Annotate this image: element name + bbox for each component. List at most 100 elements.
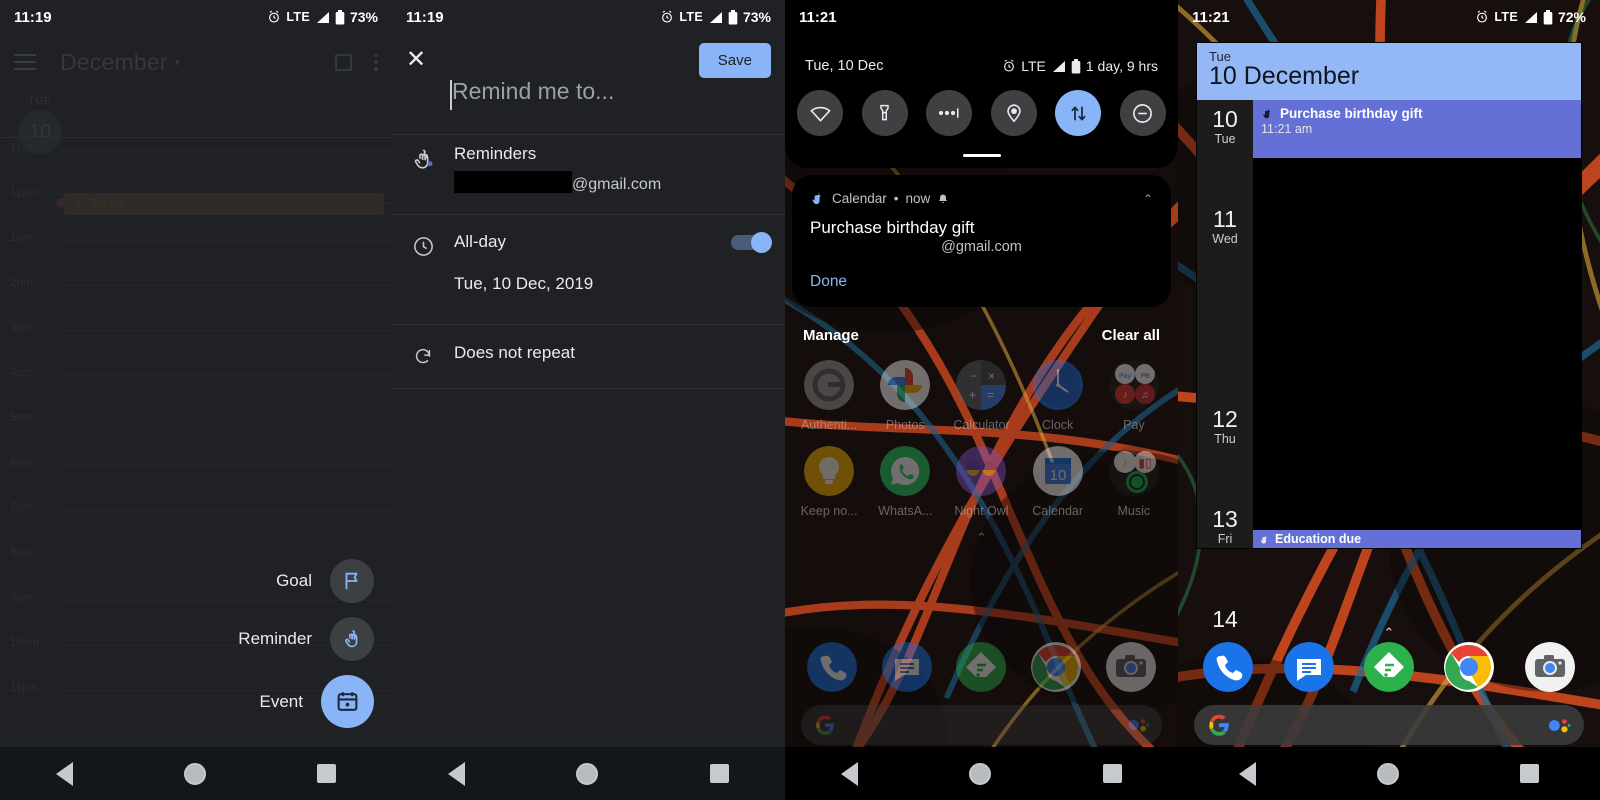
back-icon[interactable] bbox=[447, 761, 465, 786]
row-repeat[interactable]: Does not repeat bbox=[392, 343, 785, 368]
app-icon-photos[interactable]: Photos bbox=[872, 360, 938, 432]
battery-percent: 73% bbox=[742, 9, 771, 25]
flag-icon[interactable] bbox=[330, 559, 374, 603]
recents-icon[interactable] bbox=[1520, 764, 1540, 783]
google-assistant-icon[interactable] bbox=[1547, 717, 1571, 734]
fab-goal-label: Goal bbox=[276, 571, 312, 590]
reminder-title-input[interactable]: Remind me to... bbox=[452, 78, 767, 105]
recents-icon[interactable] bbox=[317, 764, 337, 783]
messages-icon[interactable] bbox=[881, 642, 932, 692]
home-icon[interactable] bbox=[183, 762, 206, 785]
close-icon[interactable]: ✕ bbox=[406, 48, 426, 72]
calendar-event-chip[interactable]: Submit bbox=[64, 193, 384, 215]
widget-day[interactable]: 10 Tue bbox=[1197, 108, 1253, 147]
chevron-up-icon[interactable]: ⌃ bbox=[1143, 192, 1153, 206]
auto-rotate-icon[interactable] bbox=[1055, 90, 1102, 136]
fab-goal[interactable]: Goal bbox=[238, 559, 374, 603]
feedly-icon[interactable] bbox=[956, 642, 1007, 692]
feedly-icon[interactable] bbox=[1363, 642, 1414, 692]
widget-day[interactable]: 13 Fri bbox=[1197, 508, 1253, 547]
app-icon-calculator[interactable]: − × + = Calculator bbox=[948, 360, 1014, 432]
back-icon[interactable] bbox=[1238, 761, 1256, 786]
fab-event[interactable]: Event bbox=[238, 675, 374, 728]
home-icon[interactable] bbox=[1376, 762, 1399, 785]
widget-day[interactable]: 12 Thu bbox=[1197, 408, 1253, 447]
chevron-down-icon[interactable]: ▾ bbox=[175, 56, 181, 69]
calendar-hour-row[interactable]: 6pm bbox=[0, 457, 392, 510]
calendar-hour-row[interactable]: 7pm bbox=[0, 502, 392, 555]
night-owl-icon bbox=[956, 446, 1007, 496]
calendar-hour-row[interactable]: 2pm bbox=[0, 277, 392, 330]
fab-reminder[interactable]: Reminder bbox=[238, 617, 374, 661]
app-icon-keep-no[interactable]: Keep no... bbox=[796, 446, 862, 518]
notification-subtitle: @gmail.com bbox=[941, 239, 1022, 255]
all-day-toggle[interactable] bbox=[731, 231, 772, 253]
calendar-month-title[interactable]: December bbox=[60, 49, 168, 76]
home-icon[interactable] bbox=[576, 762, 599, 785]
back-icon[interactable] bbox=[840, 761, 858, 786]
messages-icon[interactable] bbox=[1283, 642, 1334, 692]
widget-header[interactable]: Tue 10 December bbox=[1197, 43, 1581, 100]
camera-icon[interactable] bbox=[1524, 642, 1575, 692]
calendar-hour-row[interactable]: 5pm bbox=[0, 412, 392, 465]
hour-label: 7pm bbox=[10, 502, 33, 514]
google-search-bar[interactable] bbox=[1194, 705, 1584, 745]
flashlight-icon[interactable] bbox=[861, 90, 908, 136]
widget-event-secondary[interactable]: Education due bbox=[1253, 530, 1581, 548]
save-button[interactable]: Save bbox=[698, 42, 771, 78]
app-icon-calendar[interactable]: 10 Calendar bbox=[1025, 446, 1091, 518]
calendar-hour-row[interactable]: 3pm bbox=[0, 322, 392, 375]
recents-icon[interactable] bbox=[710, 764, 730, 783]
google-photos-icon bbox=[880, 360, 931, 410]
calendar-notification[interactable]: Calendar • now ⌃ Purchase birthday gift … bbox=[792, 175, 1171, 307]
recents-icon[interactable] bbox=[1103, 764, 1123, 783]
hamburger-menu-icon[interactable] bbox=[14, 54, 36, 70]
app-icon-night-owl[interactable]: Night Owl bbox=[948, 446, 1014, 518]
clock-icon bbox=[392, 232, 454, 258]
reminder-finger-icon bbox=[74, 199, 80, 206]
reminder-finger-icon[interactable] bbox=[330, 617, 374, 661]
overflow-menu-icon[interactable] bbox=[374, 53, 378, 71]
phone-icon[interactable] bbox=[807, 642, 858, 692]
calendar-hour-row[interactable]: 1pm bbox=[0, 232, 392, 285]
shade-drag-handle[interactable] bbox=[962, 153, 1001, 157]
app-icon-clock[interactable]: Clock bbox=[1025, 360, 1091, 432]
location-icon[interactable] bbox=[990, 90, 1037, 136]
calendar-hour-row[interactable]: 11am bbox=[0, 142, 392, 195]
reminder-date[interactable]: Tue, 10 Dec, 2019 bbox=[454, 274, 769, 294]
google-keep-icon bbox=[804, 446, 855, 496]
back-icon[interactable] bbox=[55, 761, 73, 786]
notification-done-action[interactable]: Done bbox=[810, 273, 1153, 291]
widget-event-primary[interactable]: Purchase birthday gift 11:21 am bbox=[1253, 100, 1581, 158]
row-reminders-account[interactable]: Reminders @gmail.com bbox=[392, 144, 785, 194]
cellular-data-icon[interactable] bbox=[926, 90, 973, 136]
google-search-bar[interactable] bbox=[801, 705, 1162, 745]
shade-footer: Manage Clear all bbox=[785, 327, 1178, 344]
calendar-widget[interactable]: Tue 10 December 10 Tue 11 Wed 12 Thu 13 Fri 14 P… bbox=[1196, 42, 1582, 631]
row-all-day[interactable]: All-day Tue, 10 Dec, 2019 bbox=[392, 231, 785, 294]
app-icon-authenti[interactable]: Authenti... bbox=[796, 360, 862, 432]
calendar-hour-row[interactable]: 4pm bbox=[0, 367, 392, 420]
widget-day[interactable]: 14 bbox=[1197, 608, 1253, 632]
hour-divider bbox=[62, 330, 392, 331]
calendar-icon[interactable] bbox=[321, 675, 374, 728]
manage-button[interactable]: Manage bbox=[803, 327, 859, 344]
clear-all-button[interactable]: Clear all bbox=[1102, 327, 1160, 344]
app-icon-whatsa[interactable]: WhatsA... bbox=[872, 446, 938, 518]
home-icon[interactable] bbox=[969, 762, 992, 785]
app-icon-pay[interactable]: Pay PB ♪ ♫ Pay bbox=[1101, 360, 1167, 432]
divider bbox=[392, 388, 785, 389]
app-drawer-chevron-icon[interactable]: ⌃ bbox=[785, 530, 1178, 546]
do-not-disturb-icon[interactable] bbox=[1119, 90, 1166, 136]
app-label: Keep no... bbox=[800, 504, 858, 518]
chrome-icon[interactable] bbox=[1444, 642, 1495, 692]
chrome-icon[interactable] bbox=[1031, 642, 1082, 692]
phone-icon[interactable] bbox=[1203, 642, 1254, 692]
today-icon[interactable] bbox=[335, 53, 352, 71]
battery-icon bbox=[728, 9, 738, 25]
wifi-icon[interactable] bbox=[797, 90, 843, 136]
app-icon-music[interactable]: ♪ ▮▯ Music bbox=[1101, 446, 1167, 518]
google-assistant-icon[interactable] bbox=[1127, 717, 1149, 733]
camera-icon[interactable] bbox=[1105, 642, 1156, 692]
widget-day[interactable]: 11 Wed bbox=[1197, 208, 1253, 247]
